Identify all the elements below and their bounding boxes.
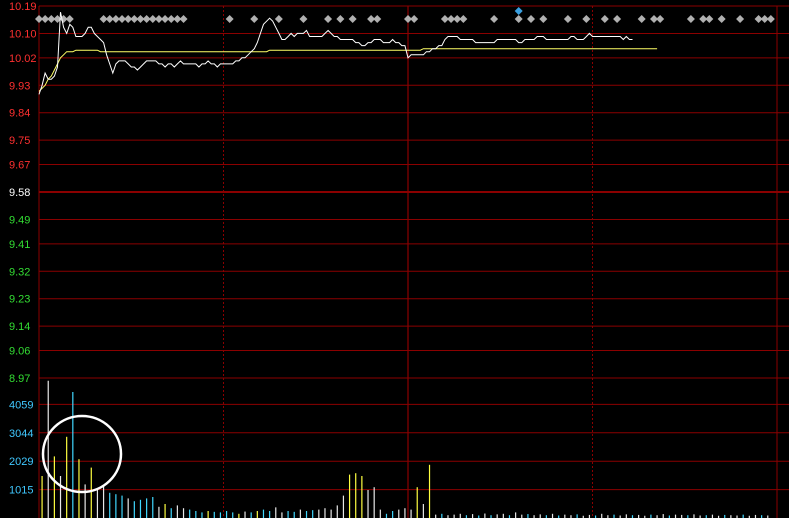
volume-bars <box>41 380 769 518</box>
signal-marker <box>637 15 646 23</box>
price-lines <box>38 12 658 95</box>
signal-marker <box>600 15 609 23</box>
price-tick-label: 10.10 <box>9 28 37 40</box>
signal-marker <box>613 15 622 23</box>
signal-marker <box>225 15 234 23</box>
signal-marker <box>179 15 188 23</box>
grid <box>38 5 789 518</box>
signal-marker <box>717 15 726 23</box>
signal-marker <box>459 15 468 23</box>
signal-marker <box>527 15 535 23</box>
signal-marker <box>582 15 591 23</box>
signal-marker-highlight <box>514 7 523 15</box>
volume-tick-label: 2029 <box>9 456 33 468</box>
volume-axis-ticks: 4059 3044 2029 1015 <box>9 399 33 496</box>
price-tick-label: 8.97 <box>9 373 30 385</box>
price-line <box>38 12 633 95</box>
signal-marker <box>336 15 345 23</box>
price-tick-label: 9.41 <box>9 239 30 251</box>
price-tick-label: 9.67 <box>9 160 30 172</box>
volume-tick-label: 4059 <box>9 399 33 411</box>
signal-marker <box>490 15 499 23</box>
volume-tick-label: 3044 <box>9 428 33 440</box>
signal-marker <box>348 15 357 23</box>
signal-marker <box>514 15 523 23</box>
price-tick-label: 9.75 <box>9 135 30 147</box>
intraday-chart: 10.19 10.10 10.02 9.93 9.84 9.75 9.67 9.58 9.49 9… <box>9 1 789 518</box>
price-tick-label: 9.84 <box>9 108 30 120</box>
signal-marker <box>250 15 259 23</box>
price-tick-label: 9.58 <box>9 187 30 199</box>
price-tick-label: 10.02 <box>9 53 37 65</box>
signal-marker <box>563 15 572 23</box>
signal-marker <box>299 15 308 23</box>
signal-marker <box>373 15 382 23</box>
signal-marker <box>656 15 665 23</box>
signal-marker <box>539 15 548 23</box>
signal-markers <box>35 7 775 23</box>
price-axis-ticks: 10.19 10.10 10.02 9.93 9.84 9.75 9.67 9.58 9.49 9… <box>9 1 37 385</box>
price-tick-label: 9.93 <box>9 80 30 92</box>
annotations <box>41 414 123 494</box>
signal-marker <box>410 15 419 23</box>
signal-marker <box>705 15 714 23</box>
price-tick-label: 9.49 <box>9 214 30 226</box>
price-tick-label: 9.23 <box>9 294 30 306</box>
signal-marker <box>274 15 283 23</box>
price-tick-label: 9.06 <box>9 346 30 358</box>
price-tick-label: 10.19 <box>9 1 37 13</box>
signal-marker <box>736 15 745 23</box>
signal-marker <box>766 15 775 23</box>
signal-marker <box>686 15 695 23</box>
signal-marker <box>324 15 333 23</box>
annotation-circle <box>41 414 123 494</box>
price-tick-label: 9.32 <box>9 266 30 278</box>
volume-tick-label: 1015 <box>9 485 33 497</box>
signal-marker <box>65 15 74 23</box>
price-tick-label: 9.14 <box>9 321 30 333</box>
